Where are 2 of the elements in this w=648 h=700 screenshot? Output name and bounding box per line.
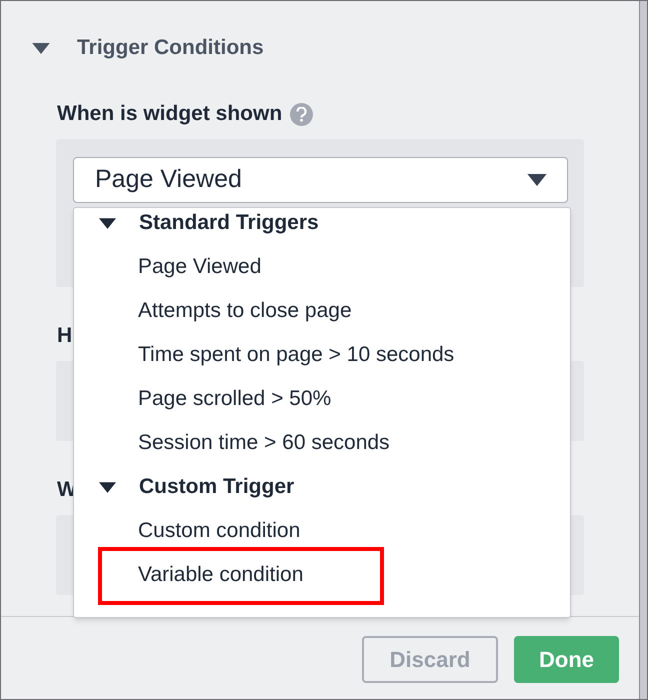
field-label: When is widget shown <box>57 101 282 128</box>
field-label: H <box>57 323 72 350</box>
